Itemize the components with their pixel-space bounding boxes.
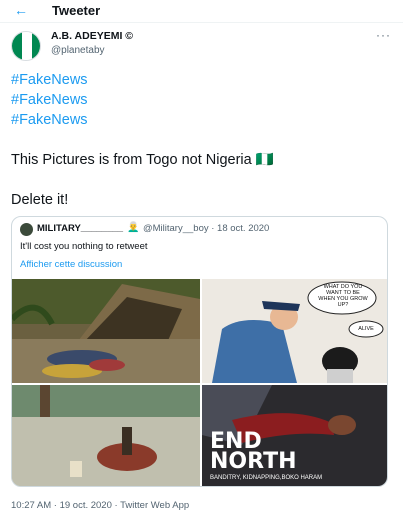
quoted-author-emoji: 👨‍🦳	[127, 222, 140, 233]
quoted-tweet[interactable]: MILITARY________ 👨‍🦳 @Military__boy · 18…	[11, 216, 388, 487]
quoted-avatar	[20, 223, 33, 236]
more-icon[interactable]: ···	[376, 28, 391, 42]
tweet-timestamp[interactable]: 10:27 AM · 19 oct. 2020 · Twitter Web Ap…	[11, 500, 189, 512]
photo-end-north[interactable]: END NORTH BANDITRY, KIDNAPPING,BOKO HARA…	[202, 385, 387, 486]
tweet-text-line: This Pictures is from Togo not Nigeria 🇳…	[11, 152, 274, 168]
hashtag-link[interactable]: #FakeNews	[11, 111, 88, 129]
top-bar: ← Tweeter	[0, 0, 403, 23]
poster-caption: BANDITRY, KIDNAPPING,BOKO HARAM	[210, 475, 323, 481]
quoted-text: It'll cost you nothing to retweet	[20, 241, 148, 252]
speech-bubble-question: WHAT DO YOU WANT TO BE WHEN YOU GROW UP?	[318, 284, 368, 308]
photo-huts-bodies[interactable]	[12, 279, 200, 383]
quoted-author-meta: @Military__boy · 18 oct. 2020	[143, 223, 270, 234]
hashtag-link[interactable]: #FakeNews	[11, 71, 88, 89]
show-thread-link[interactable]: Afficher cette discussion	[20, 259, 122, 271]
poster-title-line2: NORTH	[210, 449, 297, 474]
author-handle[interactable]: @planetaby	[51, 44, 105, 57]
author-avatar[interactable]	[11, 31, 41, 61]
nigeria-flag-avatar	[12, 32, 40, 60]
tweet-text-line: Delete it!	[11, 192, 69, 208]
author-name[interactable]: A.B. ADEYEMI ©	[51, 30, 133, 43]
photo-cartoon-police[interactable]: WHAT DO YOU WANT TO BE WHEN YOU GROW UP?…	[202, 279, 387, 383]
photo-victim-ground[interactable]	[12, 385, 200, 486]
hashtag-link[interactable]: #FakeNews	[11, 91, 88, 109]
speech-bubble-answer: ALIVE	[358, 326, 374, 332]
quoted-author-name: MILITARY________	[37, 223, 124, 234]
arrow-left-icon[interactable]: ←	[14, 2, 28, 18]
page-title: Tweeter	[52, 3, 101, 18]
